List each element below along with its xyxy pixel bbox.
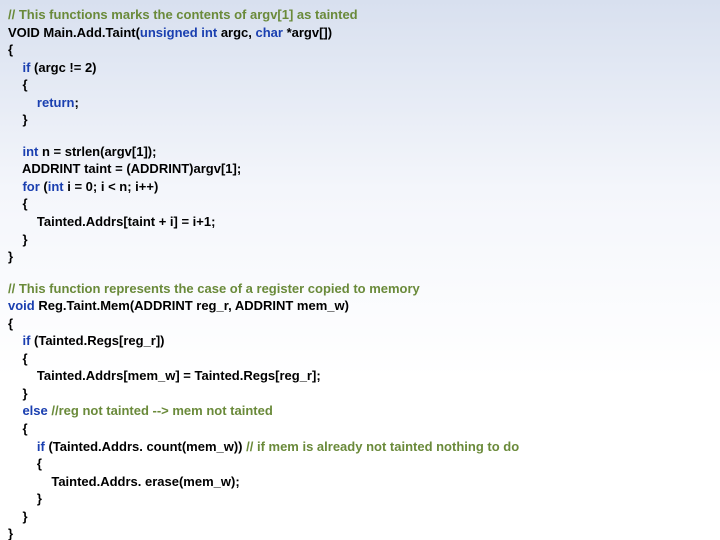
code-slide: // This functions marks the contents of … (8, 6, 712, 540)
code-text: Tainted.Addrs[taint + i] = i+1; (8, 214, 215, 229)
code-text: (Tainted.Addrs. count(mem_w)) (45, 439, 246, 454)
code-text: } (8, 386, 28, 401)
keyword-text: else (22, 403, 47, 418)
keyword-text: void (8, 298, 35, 313)
code-text: } (8, 491, 42, 506)
keyword-text: int (48, 179, 64, 194)
code-block: int n = strlen(argv[1]); ADDRINT taint =… (8, 143, 712, 266)
comment-text: // if mem is already not tainted nothing… (246, 439, 519, 454)
code-line: Tainted.Addrs[taint + i] = i+1; (8, 213, 712, 231)
code-text: (Tainted.Regs[reg_r]) (30, 333, 164, 348)
comment-text: // This functions marks the contents of … (8, 7, 358, 22)
code-text: ( (40, 179, 48, 194)
comment-text: //reg not tainted --> mem not tainted (51, 403, 272, 418)
code-line: } (8, 385, 712, 403)
code-block: // This functions marks the contents of … (8, 6, 712, 129)
code-text: { (8, 42, 13, 57)
keyword-text: return (37, 95, 75, 110)
code-text: } (8, 509, 28, 524)
keyword-text: for (22, 179, 39, 194)
code-text: { (8, 456, 42, 471)
keyword-text: unsigned int (140, 25, 217, 40)
code-line: if (Tainted.Regs[reg_r]) (8, 332, 712, 350)
code-text: { (8, 196, 28, 211)
code-line: return; (8, 94, 712, 112)
code-line: { (8, 350, 712, 368)
code-text: *argv[]) (283, 25, 332, 40)
code-text: { (8, 421, 28, 436)
keyword-text: if (37, 439, 45, 454)
code-line: VOID Main.Add.Taint(unsigned int argc, c… (8, 24, 712, 42)
code-text: } (8, 232, 28, 247)
code-line: for (int i = 0; i < n; i++) (8, 178, 712, 196)
code-text: { (8, 77, 28, 92)
code-block: // This function represents the case of … (8, 280, 712, 540)
code-text (8, 333, 22, 348)
code-text: } (8, 526, 13, 540)
keyword-text: char (256, 25, 283, 40)
code-text (8, 179, 22, 194)
code-line: ADDRINT taint = (ADDRINT)argv[1]; (8, 160, 712, 178)
code-line: { (8, 455, 712, 473)
code-text: Tainted.Addrs. erase(mem_w); (8, 474, 240, 489)
code-text: Reg.Taint.Mem(ADDRINT reg_r, ADDRINT mem… (35, 298, 349, 313)
code-line: } (8, 508, 712, 526)
code-text: VOID Main.Add.Taint( (8, 25, 140, 40)
code-text: } (8, 112, 28, 127)
code-line: { (8, 195, 712, 213)
code-text: i = 0; i < n; i++) (64, 179, 159, 194)
code-line: void Reg.Taint.Mem(ADDRINT reg_r, ADDRIN… (8, 297, 712, 315)
code-line: } (8, 231, 712, 249)
code-text (8, 403, 22, 418)
code-line: int n = strlen(argv[1]); (8, 143, 712, 161)
code-line: // This functions marks the contents of … (8, 6, 712, 24)
code-text: { (8, 316, 13, 331)
code-line: if (argc != 2) (8, 59, 712, 77)
comment-text: // This function represents the case of … (8, 281, 420, 296)
code-text: Tainted.Addrs[mem_w] = Tainted.Regs[reg_… (8, 368, 321, 383)
code-text (8, 60, 22, 75)
keyword-text: int (22, 144, 38, 159)
code-line: Tainted.Addrs[mem_w] = Tainted.Regs[reg_… (8, 367, 712, 385)
code-text: ; (74, 95, 78, 110)
code-line: else //reg not tainted --> mem not taint… (8, 402, 712, 420)
code-line: } (8, 490, 712, 508)
code-text: argc, (217, 25, 255, 40)
code-text (8, 95, 37, 110)
code-line: { (8, 420, 712, 438)
code-text: n = strlen(argv[1]); (38, 144, 156, 159)
code-line: Tainted.Addrs. erase(mem_w); (8, 473, 712, 491)
code-text (8, 144, 22, 159)
code-line: } (8, 248, 712, 266)
code-text: ADDRINT taint = (ADDRINT)argv[1]; (8, 161, 241, 176)
code-text: (argc != 2) (30, 60, 96, 75)
code-text (8, 439, 37, 454)
code-line: } (8, 525, 712, 540)
code-line: // This function represents the case of … (8, 280, 712, 298)
code-line: { (8, 315, 712, 333)
code-text: } (8, 249, 13, 264)
code-line: { (8, 41, 712, 59)
code-text: { (8, 351, 28, 366)
code-line: { (8, 76, 712, 94)
code-line: if (Tainted.Addrs. count(mem_w)) // if m… (8, 438, 712, 456)
code-line: } (8, 111, 712, 129)
